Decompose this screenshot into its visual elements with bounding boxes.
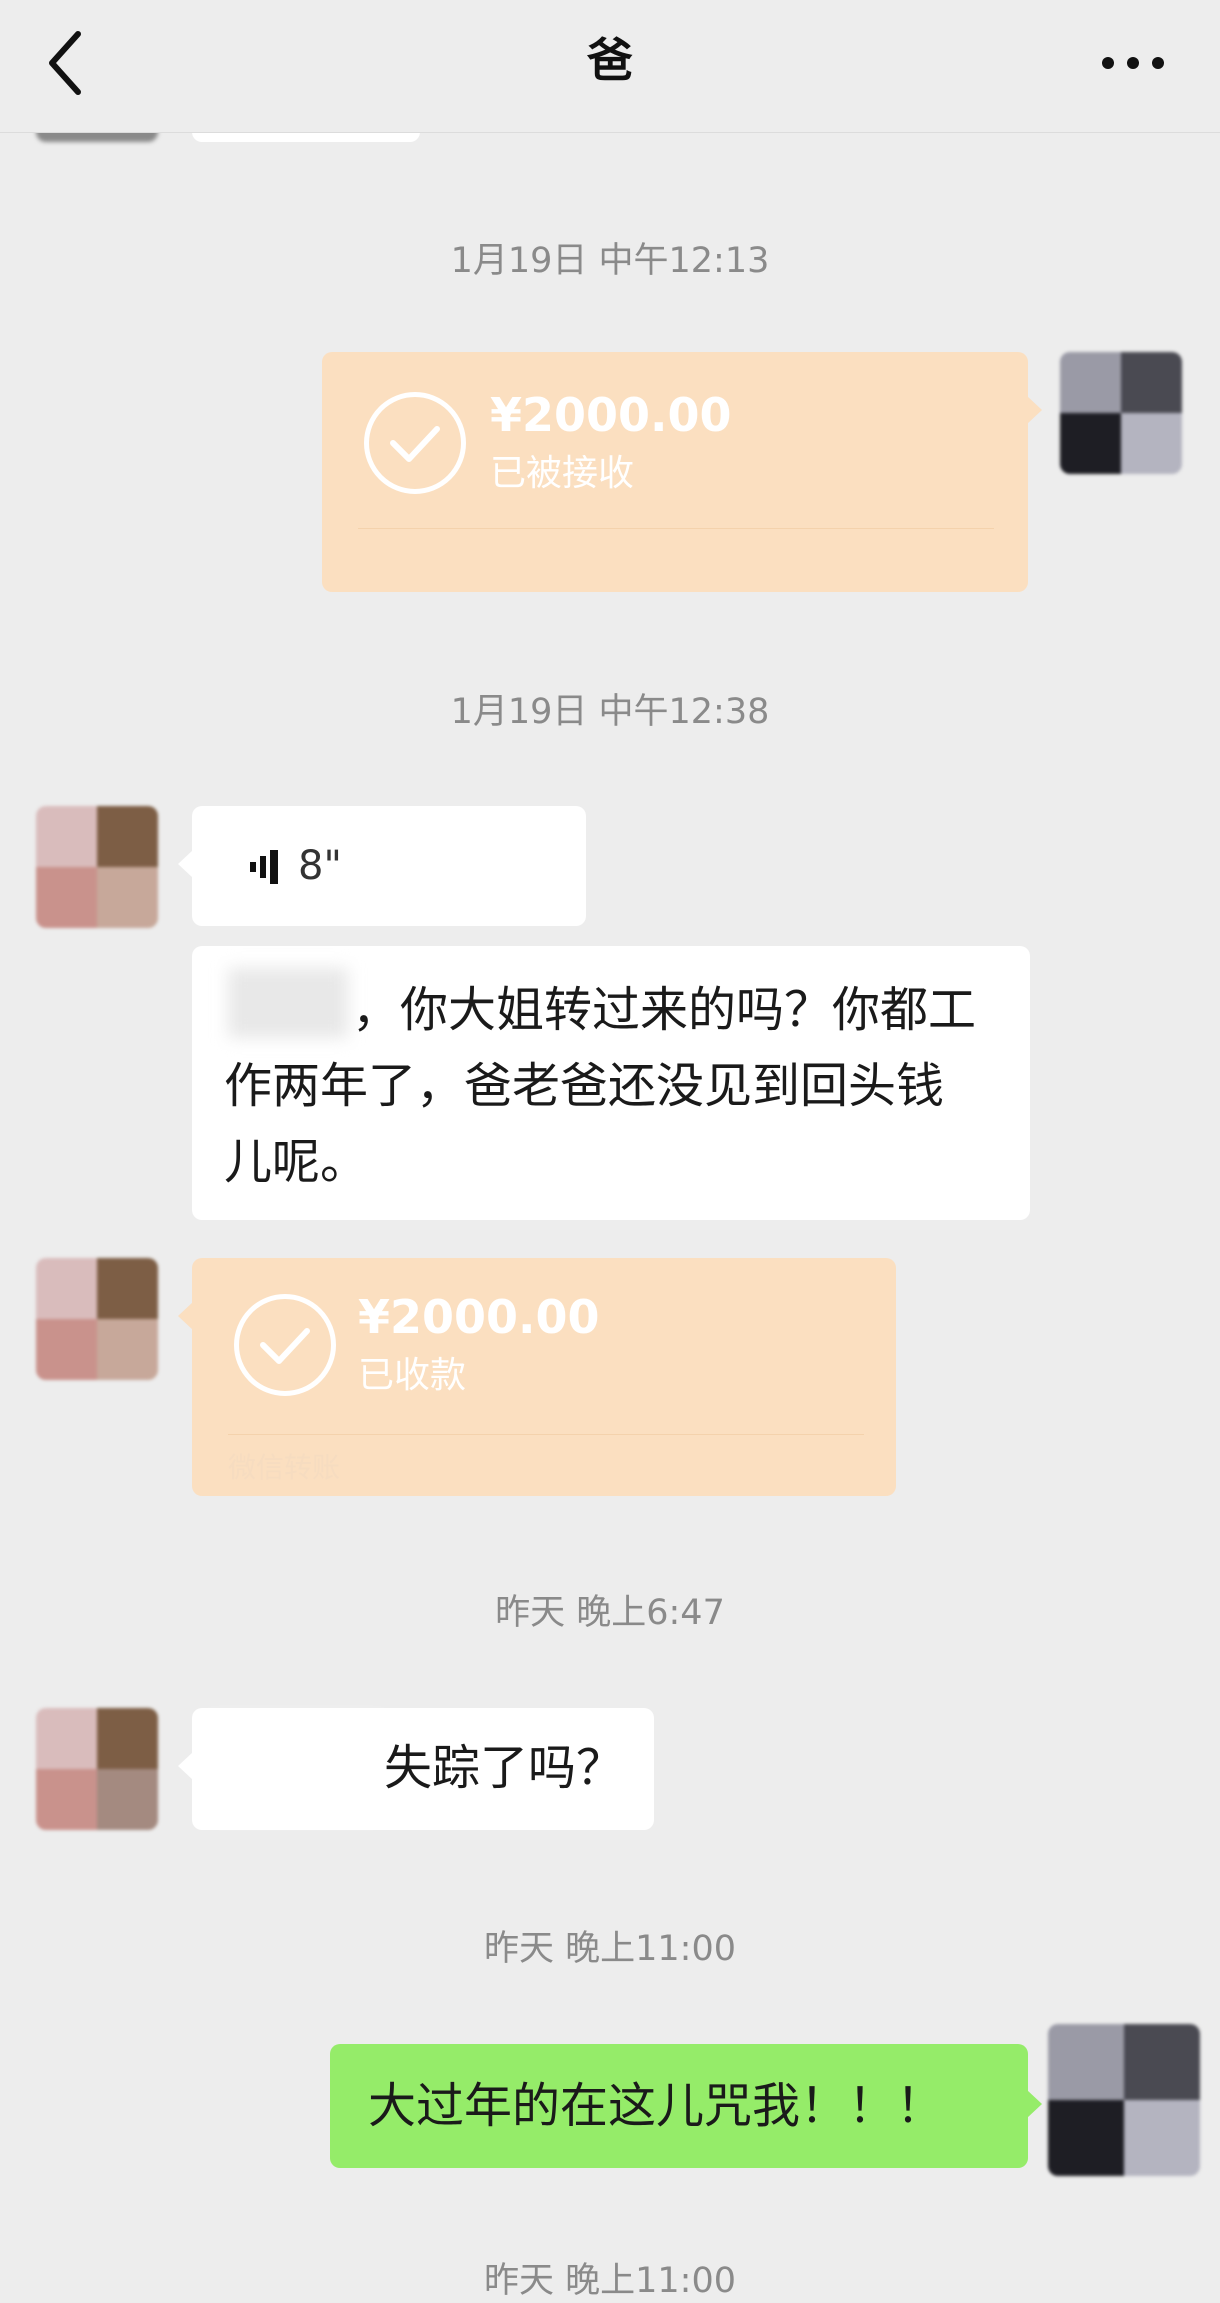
more-dots-icon[interactable]: [1098, 38, 1168, 88]
voice-duration: 8": [298, 843, 342, 889]
timestamp: 1月19日 中午12:38: [450, 692, 770, 732]
text-message-mine[interactable]: 大过年的在这儿咒我！！！: [330, 2044, 1042, 2168]
text-message-text: 大过年的在这儿咒我！！！: [368, 2078, 945, 2134]
transfer-status: 已被接收: [490, 453, 635, 494]
voice-wave-icon: [250, 850, 278, 884]
my-avatar[interactable]: [1048, 2024, 1200, 2176]
check-circle-icon: [234, 1294, 336, 1396]
dad-avatar[interactable]: [36, 1258, 158, 1380]
divider: [228, 1434, 864, 1435]
chat-header: 爸: [0, 0, 1220, 133]
transfer-footer: 微信转账: [228, 1451, 341, 1484]
transfer-amount: ¥2000.00: [490, 388, 732, 442]
timestamp-partial: 昨天 晚上11:00: [484, 2261, 736, 2301]
divider: [358, 528, 994, 529]
text-message-line: 作两年了，爸老爸还没见到回头钱: [224, 1058, 945, 1114]
dad-avatar[interactable]: [36, 1708, 158, 1830]
timestamp: 1月19日 中午12:13: [450, 241, 770, 281]
blurred-name: [228, 968, 348, 1038]
transfer-received-card[interactable]: ¥2000.00 已收款 微信转账: [178, 1258, 896, 1496]
transfer-status: 已收款: [358, 1355, 467, 1396]
timestamp: 昨天 晚上6:47: [495, 1593, 725, 1633]
chat-title: 爸: [587, 33, 633, 87]
text-message-dad[interactable]: ，你大姐转过来的吗？你都工 作两年了，爸老爸还没见到回头钱 儿呢。: [192, 946, 1030, 1220]
my-avatar[interactable]: [1060, 352, 1182, 474]
text-message-line: ，你大姐转过来的吗？你都工: [352, 982, 977, 1038]
text-message-text: 失踪了吗？: [384, 1740, 625, 1796]
timestamp: 昨天 晚上11:00: [484, 1929, 736, 1969]
dad-avatar[interactable]: [36, 806, 158, 928]
text-message-dad[interactable]: 失踪了吗？: [178, 1708, 654, 1830]
transfer-sent-card[interactable]: ¥2000.00 已被接收: [322, 352, 1042, 592]
voice-message[interactable]: 8": [178, 806, 586, 926]
blurred-text: [206, 1718, 386, 1818]
more-button[interactable]: [1098, 38, 1168, 88]
text-message-line: 儿呢。: [224, 1134, 369, 1190]
transfer-amount: ¥2000.00: [358, 1290, 600, 1344]
check-circle-icon: [364, 392, 466, 494]
